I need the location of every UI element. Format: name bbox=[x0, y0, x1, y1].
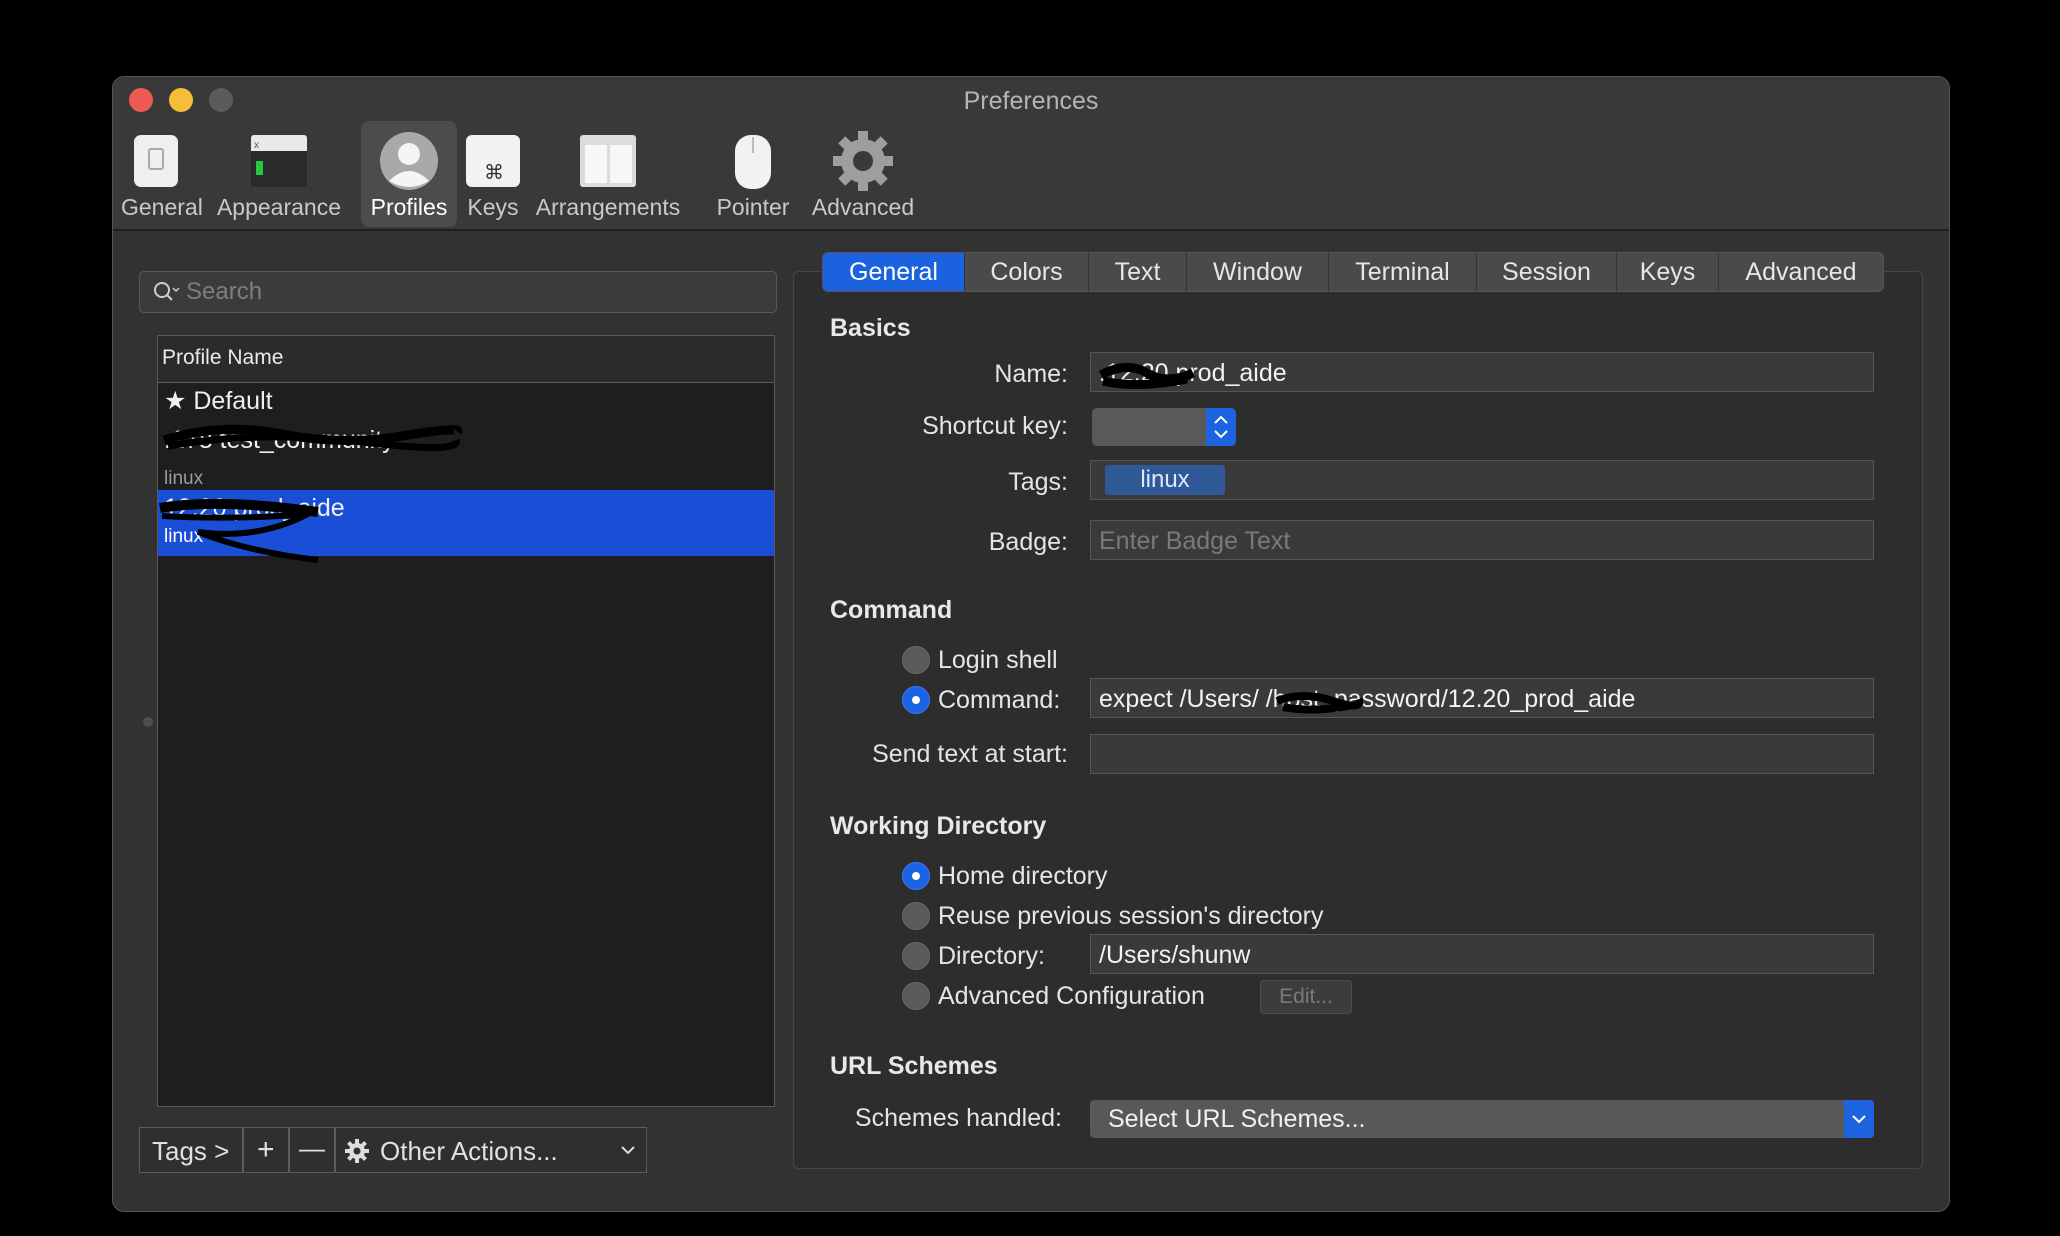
profile-search-field[interactable] bbox=[139, 271, 777, 313]
svg-text:x: x bbox=[254, 140, 259, 151]
schemes-handled-label: Schemes handled: bbox=[854, 1104, 1062, 1132]
profile-list: Profile Name ★ Default .178 test_communi… bbox=[157, 335, 775, 1107]
keys-icon: ⌘ bbox=[466, 135, 520, 187]
directory-radio[interactable] bbox=[902, 942, 930, 970]
split-view-resize-handle[interactable] bbox=[143, 717, 153, 727]
profile-row[interactable]: .178 test_community linux bbox=[158, 422, 774, 489]
column-header-profile-name: Profile Name bbox=[162, 346, 284, 369]
toolbar-label: Pointer bbox=[716, 194, 790, 220]
tab-session[interactable]: Session bbox=[1477, 253, 1617, 291]
home-directory-radio[interactable] bbox=[902, 862, 930, 890]
shortcut-key-label: Shortcut key: bbox=[922, 412, 1068, 440]
directory-field[interactable]: /Users/shunw bbox=[1090, 934, 1874, 974]
url-schemes-select-value: Select URL Schemes... bbox=[1108, 1105, 1366, 1133]
badge-field[interactable]: Enter Badge Text bbox=[1090, 520, 1874, 560]
badge-placeholder: Enter Badge Text bbox=[1099, 527, 1291, 555]
profile-name: .178 test_community bbox=[164, 426, 395, 454]
badge-label: Badge: bbox=[988, 528, 1068, 556]
url-schemes-heading: URL Schemes bbox=[830, 1052, 998, 1080]
tab-colors[interactable]: Colors bbox=[965, 253, 1089, 291]
tags-label: Tags: bbox=[1008, 468, 1068, 496]
profiles-icon bbox=[380, 132, 438, 190]
toolbar-label: Profiles bbox=[370, 194, 448, 220]
send-text-label: Send text at start: bbox=[872, 740, 1068, 768]
login-shell-label: Login shell bbox=[938, 646, 1058, 674]
send-text-field[interactable] bbox=[1090, 734, 1874, 774]
tab-terminal[interactable]: Terminal bbox=[1329, 253, 1477, 291]
login-shell-radio[interactable] bbox=[902, 646, 930, 674]
pointer-icon bbox=[735, 135, 771, 189]
url-schemes-select[interactable]: Select URL Schemes... bbox=[1090, 1100, 1874, 1138]
profile-name-field[interactable]: .12.20 prod_aide bbox=[1090, 352, 1874, 392]
tag-token[interactable]: linux bbox=[1105, 465, 1225, 495]
search-input[interactable] bbox=[184, 274, 748, 310]
toolbar-label: Arrangements bbox=[535, 194, 681, 220]
profile-name: ★ Default bbox=[164, 387, 273, 415]
add-profile-button[interactable]: + bbox=[243, 1127, 289, 1173]
appearance-icon: x bbox=[251, 135, 307, 187]
profile-row-default[interactable]: ★ Default bbox=[158, 382, 774, 422]
profile-settings-panel bbox=[793, 271, 1923, 1169]
command-radio[interactable] bbox=[902, 686, 930, 714]
svg-text:⌘: ⌘ bbox=[484, 162, 504, 184]
tags-field[interactable]: linux bbox=[1090, 460, 1874, 500]
tab-advanced[interactable]: Advanced bbox=[1719, 253, 1883, 291]
default-star-icon: ★ bbox=[164, 387, 187, 415]
toolbar-profiles[interactable]: Profiles bbox=[361, 121, 457, 227]
general-icon bbox=[134, 135, 178, 187]
stepper-arrows-icon bbox=[1206, 408, 1236, 446]
profile-name-value: .12.20 prod_aide bbox=[1099, 359, 1287, 387]
arrangements-icon bbox=[580, 135, 636, 187]
other-actions-menu[interactable]: Other Actions... bbox=[335, 1127, 647, 1173]
toolbar-label: General bbox=[121, 194, 203, 220]
reuse-directory-label: Reuse previous session's directory bbox=[938, 902, 1324, 930]
shortcut-key-popup[interactable] bbox=[1092, 408, 1236, 446]
chevron-down-icon bbox=[621, 1146, 635, 1155]
chevron-down-icon bbox=[1844, 1100, 1874, 1138]
directory-value: /Users/shunw bbox=[1099, 941, 1251, 969]
toolbar-label: Appearance bbox=[216, 194, 342, 220]
name-label: Name: bbox=[994, 360, 1068, 388]
home-directory-label: Home directory bbox=[938, 862, 1108, 890]
toolbar-label: Advanced bbox=[811, 194, 915, 220]
advanced-configuration-label: Advanced Configuration bbox=[938, 982, 1205, 1010]
toolbar-pointer[interactable]: Pointer bbox=[705, 121, 801, 227]
window-title: Preferences bbox=[963, 87, 1099, 115]
toolbar-keys[interactable]: ⌘ Keys bbox=[461, 121, 525, 227]
toolbar-label: Keys bbox=[467, 194, 519, 220]
tags-toggle-button[interactable]: Tags > bbox=[139, 1127, 243, 1173]
tab-keys[interactable]: Keys bbox=[1617, 253, 1719, 291]
reuse-directory-radio[interactable] bbox=[902, 902, 930, 930]
profile-tag: linux bbox=[164, 526, 204, 547]
remove-profile-button[interactable]: — bbox=[289, 1127, 335, 1173]
preferences-window: Preferences General x Appearance Profile… bbox=[112, 76, 1950, 1212]
toolbar-arrangements[interactable]: Arrangements bbox=[533, 121, 683, 227]
profile-list-header[interactable]: Profile Name bbox=[158, 336, 774, 383]
advanced-configuration-radio[interactable] bbox=[902, 982, 930, 1010]
tab-text[interactable]: Text bbox=[1089, 253, 1187, 291]
search-icon bbox=[154, 282, 180, 301]
command-value: expect /Users/ /host_password/12.20_prod… bbox=[1099, 685, 1636, 713]
toolbar-general[interactable]: General bbox=[121, 121, 203, 227]
titlebar: Preferences General x Appearance Profile… bbox=[113, 77, 1949, 231]
command-heading: Command bbox=[830, 596, 953, 624]
profile-tag: linux bbox=[164, 468, 204, 489]
basics-heading: Basics bbox=[830, 314, 911, 342]
toolbar-advanced[interactable]: Advanced bbox=[803, 121, 923, 227]
advanced-gear-icon bbox=[833, 131, 893, 191]
edit-button[interactable]: Edit... bbox=[1260, 980, 1352, 1014]
profile-row-selected[interactable]: 12.20 prod_aide linux bbox=[158, 490, 774, 563]
tab-window[interactable]: Window bbox=[1187, 253, 1329, 291]
command-label: Command: bbox=[938, 686, 1061, 714]
directory-label: Directory: bbox=[938, 942, 1045, 970]
gear-icon bbox=[345, 1139, 369, 1163]
working-directory-heading: Working Directory bbox=[830, 812, 1047, 840]
profile-tabs: General Colors Text Window Terminal Sess… bbox=[822, 252, 1884, 292]
command-field[interactable]: expect /Users/ /host_password/12.20_prod… bbox=[1090, 678, 1874, 718]
toolbar-appearance[interactable]: x Appearance bbox=[193, 121, 365, 227]
tab-general[interactable]: General bbox=[823, 253, 965, 291]
profile-name: 12.20 prod_aide bbox=[164, 494, 345, 522]
